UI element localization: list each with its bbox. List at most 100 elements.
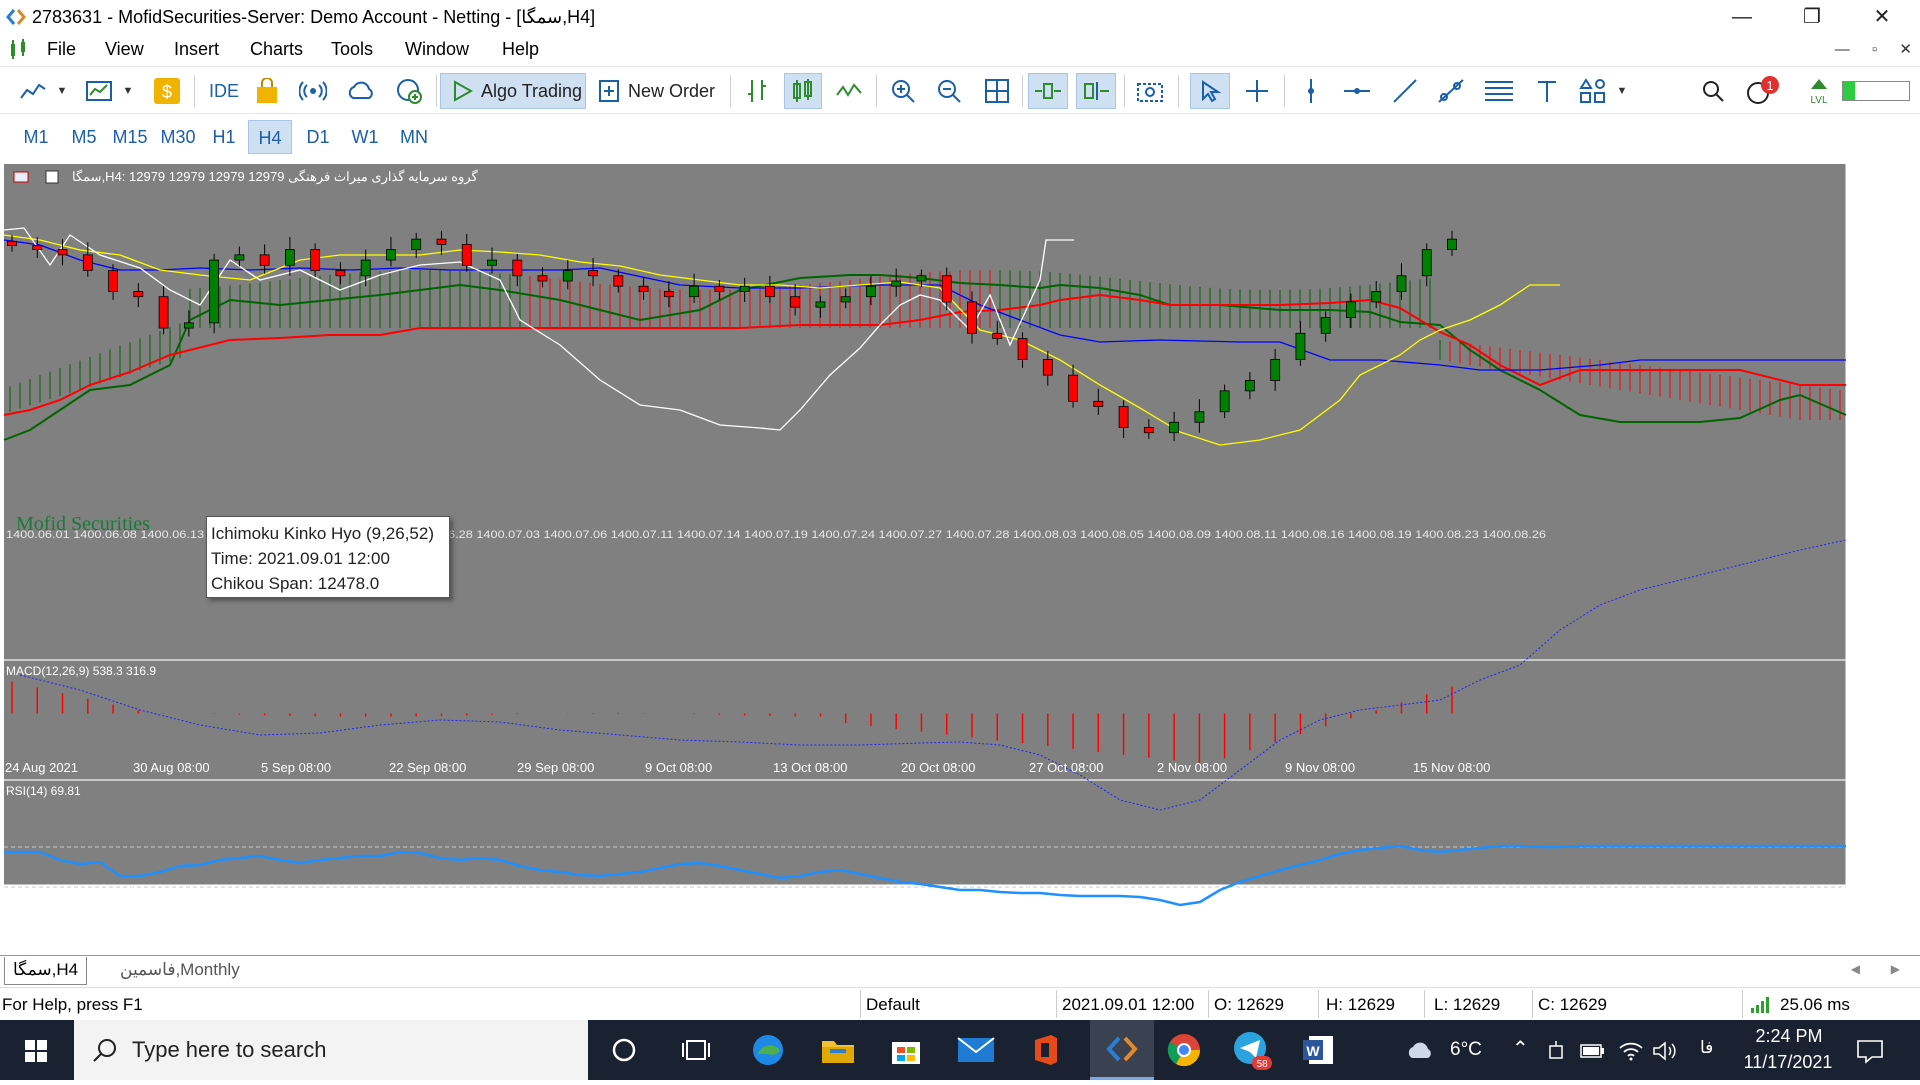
market-bag-icon[interactable] xyxy=(250,73,284,109)
time-tick-label: 29 Sep 08:00 xyxy=(517,760,594,775)
shapes-dropdown-icon[interactable]: ▼ xyxy=(1614,73,1630,109)
timeframe-h1[interactable]: H1 xyxy=(204,120,244,154)
mail-icon[interactable] xyxy=(956,1030,996,1070)
word-icon[interactable]: W xyxy=(1298,1030,1338,1070)
search-icon[interactable] xyxy=(1696,73,1730,109)
restore-button[interactable]: ❐ xyxy=(1790,4,1834,30)
clock-date[interactable]: 11/17/2021 xyxy=(1740,1052,1836,1073)
menu-view[interactable]: View xyxy=(105,39,144,60)
show-hidden-icons-icon[interactable]: ⌃ xyxy=(1512,1036,1529,1061)
timeframe-mn[interactable]: MN xyxy=(392,120,436,154)
rsi-label: RSI(14) 69.81 xyxy=(6,784,81,798)
fibonacci-icon[interactable] xyxy=(1482,73,1516,109)
input-language[interactable]: فا xyxy=(1700,1038,1713,1058)
chart-shift-icon[interactable] xyxy=(1076,73,1116,109)
rsi-pane[interactable] xyxy=(4,781,1846,885)
timeframe-w1[interactable]: W1 xyxy=(345,120,385,154)
level-icon[interactable]: LVL xyxy=(1804,73,1834,109)
tile-windows-icon[interactable] xyxy=(980,73,1014,109)
volume-icon[interactable] xyxy=(1652,1040,1678,1062)
windows-taskbar: Type here to search 58 W 6°C ⌃ فا 2:24 P… xyxy=(0,1020,1920,1080)
menu-insert[interactable]: Insert xyxy=(174,39,219,60)
chart-type-dropdown-icon[interactable]: ▼ xyxy=(54,73,70,109)
shapes-icon[interactable] xyxy=(1574,73,1612,109)
market-watch-icon[interactable] xyxy=(392,73,426,109)
minimize-button[interactable]: — xyxy=(1720,4,1764,30)
candle xyxy=(209,253,220,334)
price-tick-label: 12351 xyxy=(1855,270,1891,285)
edge-browser-icon[interactable] xyxy=(748,1030,788,1070)
clock-time[interactable]: 2:24 PM xyxy=(1746,1026,1832,1047)
line-chart-icon[interactable] xyxy=(832,73,866,109)
ide-button[interactable]: IDE xyxy=(203,73,245,109)
time-tick-label: 15 Nov 08:00 xyxy=(1413,760,1490,775)
algo-trading-button[interactable]: Algo Trading xyxy=(440,73,586,109)
tab-samga-h4[interactable]: سمگا,H4 xyxy=(4,957,88,985)
horizontal-line-icon[interactable] xyxy=(1340,73,1374,109)
usb-device-icon[interactable] xyxy=(1546,1040,1566,1062)
file-explorer-icon[interactable] xyxy=(818,1030,858,1070)
time-tick-label: 5 Sep 08:00 xyxy=(261,760,331,775)
auto-scroll-icon[interactable] xyxy=(1028,73,1068,109)
menu-window[interactable]: Window xyxy=(405,39,469,60)
chart-type-icon[interactable] xyxy=(14,73,52,109)
status-help-text: For Help, press F1 xyxy=(2,995,143,1014)
search-icon xyxy=(93,1039,116,1062)
chrome-icon[interactable] xyxy=(1164,1030,1204,1070)
battery-icon[interactable] xyxy=(1580,1042,1606,1060)
timeframe-m1[interactable]: M1 xyxy=(16,120,56,154)
timeframe-m15[interactable]: M15 xyxy=(108,120,152,154)
rsi-tick-label: 30.00 xyxy=(1855,868,1888,883)
office-icon[interactable] xyxy=(1026,1030,1066,1070)
action-center-icon[interactable] xyxy=(1856,1038,1884,1064)
mdi-restore-button[interactable]: ▫ xyxy=(1872,41,1877,58)
indicators-icon[interactable] xyxy=(80,73,118,109)
menu-charts[interactable]: Charts xyxy=(250,39,303,60)
notifications-icon[interactable]: 1 xyxy=(1742,73,1782,109)
timeframe-h4[interactable]: H4 xyxy=(248,120,292,154)
zoom-in-icon[interactable] xyxy=(886,73,920,109)
scroll-left-icon[interactable]: ◀ xyxy=(1851,962,1860,976)
task-view-icon[interactable] xyxy=(676,1030,716,1070)
bar-chart-icon[interactable] xyxy=(740,73,774,109)
algo-trading-label: Algo Trading xyxy=(481,80,583,101)
channel-icon[interactable] xyxy=(1434,73,1468,109)
trend-line-icon[interactable] xyxy=(1388,73,1422,109)
weather-cloud-icon[interactable] xyxy=(1404,1038,1438,1062)
cortana-icon[interactable] xyxy=(604,1030,644,1070)
menu-file[interactable]: File xyxy=(47,39,76,60)
wifi-icon[interactable] xyxy=(1618,1040,1644,1062)
telegram-icon[interactable]: 58 xyxy=(1232,1030,1272,1070)
new-order-button[interactable]: New Order xyxy=(592,73,722,109)
vps-cloud-icon[interactable] xyxy=(344,73,378,109)
metatrader-taskbar-icon[interactable] xyxy=(1090,1020,1154,1080)
macd-label: MACD(12,26,9) 538.3 316.9 xyxy=(6,664,156,678)
menu-tools[interactable]: Tools xyxy=(331,39,373,60)
dollar-icon[interactable]: $ xyxy=(150,73,184,109)
microsoft-store-icon[interactable] xyxy=(886,1030,926,1070)
text-tool-icon[interactable] xyxy=(1530,73,1564,109)
scroll-right-icon[interactable]: ▶ xyxy=(1891,962,1900,976)
candlestick-chart-icon[interactable] xyxy=(784,73,822,109)
mdi-close-button[interactable]: ✕ xyxy=(1899,41,1912,58)
crosshair-icon[interactable] xyxy=(1240,73,1274,109)
tab-fasmin-monthly[interactable]: فاسمین,Monthly xyxy=(112,957,248,985)
close-button[interactable]: ✕ xyxy=(1860,4,1904,30)
chart-window[interactable]: سمگا,H4: 12979 12979 12979 12979 گروه سر… xyxy=(0,160,1920,955)
cursor-icon[interactable] xyxy=(1190,73,1230,109)
indicators-dropdown-icon[interactable]: ▼ xyxy=(120,73,136,109)
screenshot-icon[interactable] xyxy=(1132,73,1168,109)
price-tick-label: 13396 xyxy=(1855,216,1891,231)
timeframe-m5[interactable]: M5 xyxy=(64,120,104,154)
menu-help[interactable]: Help xyxy=(502,39,539,60)
indicator-tooltip: Ichimoku Kinko Hyo (9,26,52) Time: 2021.… xyxy=(206,516,450,598)
mdi-minimize-button[interactable]: — xyxy=(1835,41,1850,58)
vertical-line-icon[interactable] xyxy=(1294,73,1328,109)
timeframe-d1[interactable]: D1 xyxy=(298,120,338,154)
timeframe-m30[interactable]: M30 xyxy=(156,120,200,154)
signals-icon[interactable] xyxy=(296,73,330,109)
zoom-out-icon[interactable] xyxy=(932,73,966,109)
taskbar-search-box[interactable]: Type here to search xyxy=(74,1020,588,1080)
start-button[interactable] xyxy=(0,1020,72,1080)
status-open: O: 12629 xyxy=(1214,995,1284,1014)
